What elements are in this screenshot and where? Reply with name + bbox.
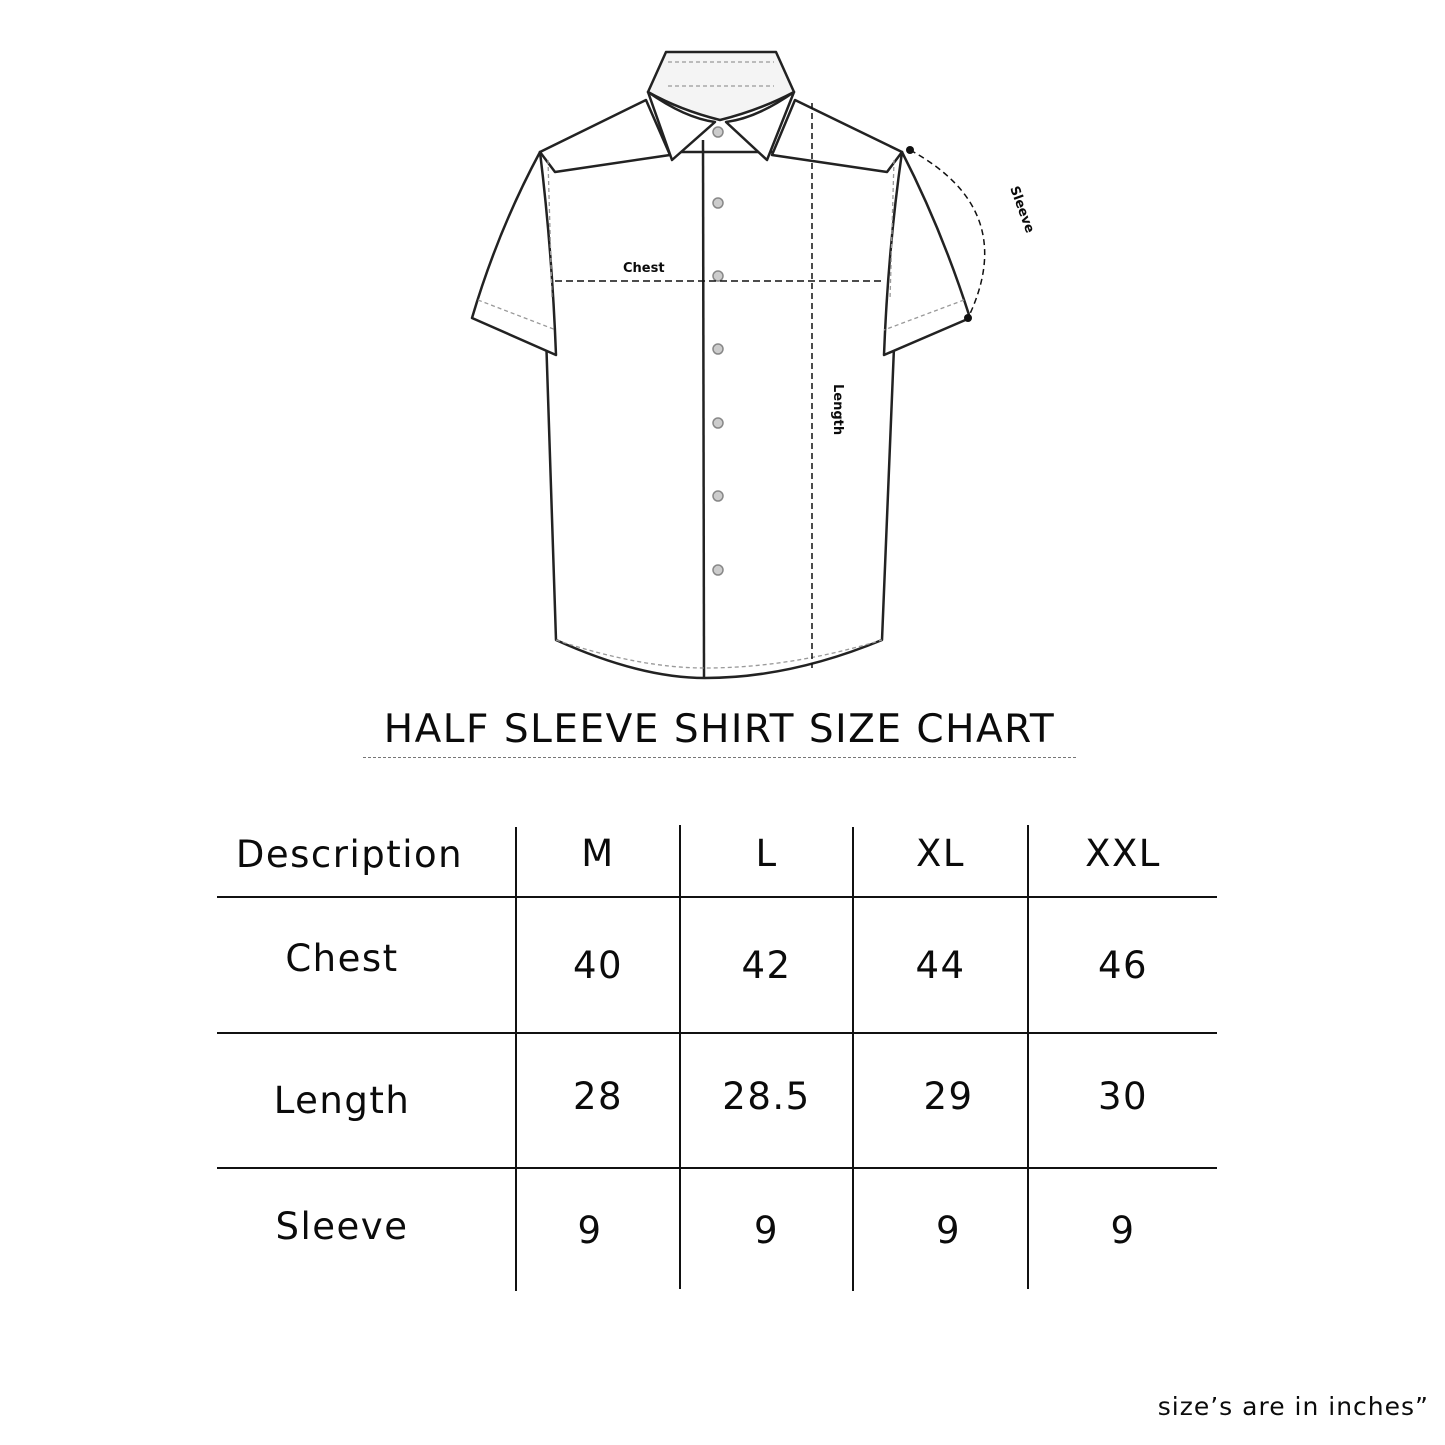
size-table: Description M L XL XXL Chest 40 42 44 46… xyxy=(217,825,1217,1291)
table-divider xyxy=(852,827,854,1291)
cell-value: 9 xyxy=(753,1208,780,1252)
cell-value: 42 xyxy=(741,943,792,987)
cell-value: 40 xyxy=(572,943,624,987)
button-icon xyxy=(712,564,724,576)
shirt-diagram: Chest Length Sleeve xyxy=(470,50,1037,680)
sleeve-label: Sleeve xyxy=(1006,184,1037,235)
units-footnote: size’s are in inches” xyxy=(1157,1392,1429,1421)
length-label: Length xyxy=(830,384,845,435)
row-label: Chest xyxy=(285,936,399,980)
button-icon xyxy=(712,343,724,355)
button-icon xyxy=(712,417,724,429)
cell-value: 28 xyxy=(572,1075,624,1118)
cell-value: 9 xyxy=(1110,1208,1136,1252)
cell-value: 9 xyxy=(935,1208,962,1252)
sleeve-point-end-icon xyxy=(964,314,972,322)
cell-value: 29 xyxy=(923,1075,974,1118)
row-label: Sleeve xyxy=(275,1204,409,1248)
title-underline xyxy=(363,757,1076,758)
button-icon xyxy=(712,126,724,138)
cell-value: 30 xyxy=(1097,1075,1149,1118)
header-size-m: M xyxy=(581,831,615,875)
cell-value: 28.5 xyxy=(722,1075,811,1118)
chart-title: HALF SLEEVE SHIRT SIZE CHART xyxy=(383,707,1056,752)
chest-label: Chest xyxy=(623,261,665,276)
header-description: Description xyxy=(235,832,464,876)
button-icon xyxy=(712,270,724,282)
header-size-xxl: XXL xyxy=(1085,831,1161,875)
header-size-l: L xyxy=(755,831,778,875)
shirt-outline xyxy=(470,50,972,680)
header-size-xl: XL xyxy=(916,831,965,875)
cell-value: 46 xyxy=(1097,943,1149,987)
sleeve-point-start-icon xyxy=(906,146,914,154)
cell-value: 44 xyxy=(915,943,966,987)
cell-value: 9 xyxy=(577,1208,603,1252)
button-icon xyxy=(712,490,724,502)
row-label: Length xyxy=(273,1079,411,1122)
button-icon xyxy=(712,197,724,209)
